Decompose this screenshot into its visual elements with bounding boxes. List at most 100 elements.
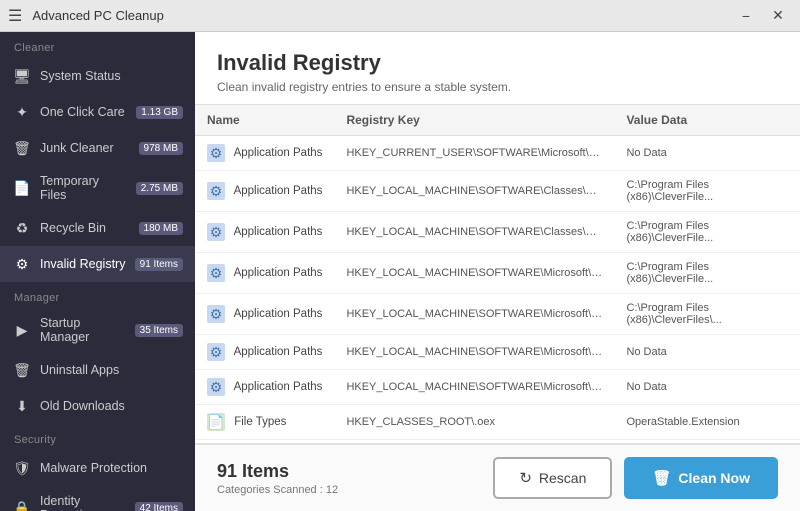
row-type-icon: ⚙	[207, 305, 225, 323]
sidebar-item-temporary-files[interactable]: 📄 Temporary Files 2.75 MB	[0, 166, 195, 210]
sidebar-item-junk-cleaner[interactable]: 🗑 Junk Cleaner 978 MB	[0, 130, 195, 166]
row-type-icon: ⚙	[207, 343, 225, 361]
row-registry-key: HKEY_LOCAL_MACHINE\SOFTWARE\Microsoft\Wi…	[334, 335, 614, 370]
row-name-cell: ⚙ Application Paths	[195, 212, 334, 253]
junk-cleaner-badge: 978 MB	[139, 142, 183, 155]
close-button[interactable]: ✕	[764, 5, 792, 27]
row-name: Application Paths	[234, 346, 323, 358]
table-row: ⚙ Application Paths HKEY_LOCAL_MACHINE\S…	[195, 253, 800, 294]
registry-table-container[interactable]: Name Registry Key Value Data ⚙ Applicati…	[195, 105, 800, 443]
sidebar-label-malware-protection: Malware Protection	[40, 461, 183, 475]
footer-buttons: ↻ Rescan 🗑 Clean Now	[493, 457, 778, 499]
app-title: Advanced PC Cleanup	[32, 8, 164, 23]
sidebar-item-invalid-registry[interactable]: ⚙ Invalid Registry 91 Items	[0, 246, 195, 282]
items-count: 91 Items	[217, 461, 338, 482]
row-name: Application Paths	[234, 147, 323, 159]
row-registry-key: HKEY_CLASSES_ROOT\.oex	[334, 405, 614, 440]
table-header-row: Name Registry Key Value Data	[195, 105, 800, 136]
content-footer: 91 Items Categories Scanned : 12 ↻ Resca…	[195, 443, 800, 511]
one-click-care-icon: ✦	[12, 102, 32, 122]
rescan-label: Rescan	[539, 470, 586, 486]
col-registry-key: Registry Key	[334, 105, 614, 136]
temporary-files-badge: 2.75 MB	[136, 182, 183, 195]
cleaner-section-label: Cleaner	[0, 32, 195, 58]
row-name-cell: ⚙ Application Paths	[195, 335, 334, 370]
main-layout: Cleaner 🖥 System Status ✦ One Click Care…	[0, 32, 800, 511]
row-name-cell: 📄 File Types	[195, 405, 334, 440]
sidebar-item-uninstall-apps[interactable]: 🗑 Uninstall Apps	[0, 352, 195, 388]
row-registry-key: HKEY_LOCAL_MACHINE\SOFTWARE\Classes\Appl…	[334, 171, 614, 212]
junk-cleaner-icon: 🗑	[12, 138, 32, 158]
sidebar-item-startup-manager[interactable]: ▶ Startup Manager 35 Items	[0, 308, 195, 352]
sidebar-label-startup-manager: Startup Manager	[40, 316, 127, 344]
recycle-bin-icon: ♻	[12, 218, 32, 238]
table-row: ⚙ Application Paths HKEY_LOCAL_MACHINE\S…	[195, 171, 800, 212]
sidebar-item-identity-protection[interactable]: 🔒 Identity Protection 42 Items	[0, 486, 195, 511]
clean-icon: 🗑	[652, 469, 671, 487]
row-name-cell: ⚙ Application Paths	[195, 370, 334, 405]
sidebar-item-one-click-care[interactable]: ✦ One Click Care 1.13 GB	[0, 94, 195, 130]
rescan-button[interactable]: ↻ Rescan	[493, 457, 612, 499]
sidebar-label-recycle-bin: Recycle Bin	[40, 221, 131, 235]
row-name: File Types	[234, 416, 286, 428]
minimize-button[interactable]: −	[732, 5, 760, 27]
one-click-care-badge: 1.13 GB	[136, 106, 183, 119]
sidebar-label-uninstall-apps: Uninstall Apps	[40, 363, 183, 377]
identity-protection-badge: 42 Items	[135, 502, 183, 511]
sidebar-item-old-downloads[interactable]: ⬇ Old Downloads	[0, 388, 195, 424]
sidebar-label-system-status: System Status	[40, 69, 183, 83]
temporary-files-icon: 📄	[12, 178, 32, 198]
malware-protection-icon: 🛡	[12, 458, 32, 478]
clean-label: Clean Now	[678, 470, 750, 486]
menu-icon[interactable]: ☰	[8, 6, 22, 26]
sidebar-label-identity-protection: Identity Protection	[40, 494, 127, 511]
row-registry-key: HKEY_CURRENT_USER\SOFTWARE\Microsoft\Win…	[334, 136, 614, 171]
sidebar-label-old-downloads: Old Downloads	[40, 399, 183, 413]
sidebar: Cleaner 🖥 System Status ✦ One Click Care…	[0, 32, 195, 511]
row-value-data: OperaStable.Extension	[614, 405, 800, 440]
content-area: Invalid Registry Clean invalid registry …	[195, 32, 800, 511]
manager-section-label: Manager	[0, 282, 195, 308]
page-subtitle: Clean invalid registry entries to ensure…	[217, 80, 778, 94]
row-registry-key: HKEY_LOCAL_MACHINE\SOFTWARE\Microsoft\Wi…	[334, 294, 614, 335]
row-registry-key: HKEY_LOCAL_MACHINE\SOFTWARE\Microsoft\Wi…	[334, 370, 614, 405]
sidebar-label-one-click-care: One Click Care	[40, 105, 128, 119]
invalid-registry-icon: ⚙	[12, 254, 32, 274]
uninstall-apps-icon: 🗑	[12, 360, 32, 380]
table-row: ⚙ Application Paths HKEY_LOCAL_MACHINE\S…	[195, 294, 800, 335]
row-registry-key: HKEY_LOCAL_MACHINE\SOFTWARE\Microsoft\Wi…	[334, 253, 614, 294]
row-value-data: No Data	[614, 370, 800, 405]
table-row: 📄 File Types HKEY_CLASSES_ROOT\.oex Oper…	[195, 405, 800, 440]
row-name-cell: ⚙ Application Paths	[195, 171, 334, 212]
table-row: ⚙ Application Paths HKEY_CURRENT_USER\SO…	[195, 136, 800, 171]
startup-manager-badge: 35 Items	[135, 324, 183, 337]
row-value-data: C:\Program Files (x86)\CleverFile...	[614, 212, 800, 253]
window-controls: − ✕	[732, 5, 792, 27]
row-name-cell: ⚙ Application Paths	[195, 253, 334, 294]
table-row: ⚙ Application Paths HKEY_LOCAL_MACHINE\S…	[195, 370, 800, 405]
row-type-icon: ⚙	[207, 223, 225, 241]
sidebar-item-malware-protection[interactable]: 🛡 Malware Protection	[0, 450, 195, 486]
security-section-label: Security	[0, 424, 195, 450]
sidebar-item-system-status[interactable]: 🖥 System Status	[0, 58, 195, 94]
clean-now-button[interactable]: 🗑 Clean Now	[624, 457, 778, 499]
row-value-data: C:\Program Files (x86)\CleverFile...	[614, 171, 800, 212]
sidebar-label-temporary-files: Temporary Files	[40, 174, 128, 202]
row-name: Application Paths	[234, 308, 323, 320]
sidebar-label-invalid-registry: Invalid Registry	[40, 257, 127, 271]
row-type-icon: ⚙	[207, 182, 225, 200]
row-value-data: C:\Program Files (x86)\CleverFiles\...	[614, 294, 800, 335]
sidebar-item-recycle-bin[interactable]: ♻ Recycle Bin 180 MB	[0, 210, 195, 246]
table-row: ⚙ Application Paths HKEY_LOCAL_MACHINE\S…	[195, 335, 800, 370]
col-name: Name	[195, 105, 334, 136]
row-value-data: No Data	[614, 335, 800, 370]
page-title: Invalid Registry	[217, 50, 778, 76]
categories-scanned: Categories Scanned : 12	[217, 484, 338, 496]
footer-info: 91 Items Categories Scanned : 12	[217, 461, 338, 496]
rescan-icon: ↻	[519, 469, 532, 487]
sidebar-label-junk-cleaner: Junk Cleaner	[40, 141, 131, 155]
invalid-registry-badge: 91 Items	[135, 258, 183, 271]
row-name: Application Paths	[234, 185, 323, 197]
content-header: Invalid Registry Clean invalid registry …	[195, 32, 800, 105]
row-registry-key: HKEY_LOCAL_MACHINE\SOFTWARE\Classes\Appl…	[334, 212, 614, 253]
